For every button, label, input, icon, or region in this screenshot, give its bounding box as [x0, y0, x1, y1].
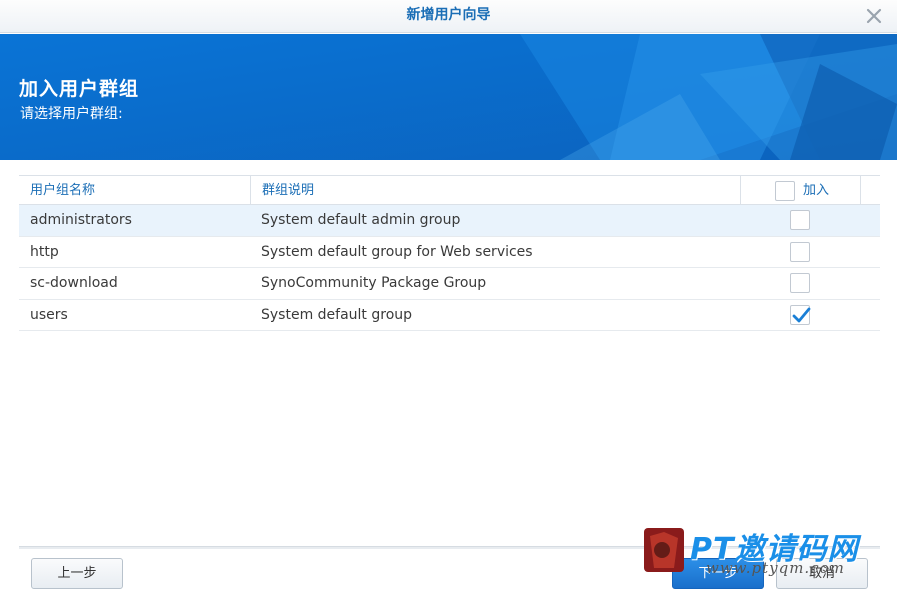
join-checkbox[interactable] — [790, 304, 811, 325]
column-header-name[interactable]: 用户组名称 — [19, 176, 250, 205]
grid-header: 用户组名称 群组说明 加入 — [19, 175, 880, 205]
cancel-button[interactable]: 取消 — [776, 558, 868, 589]
group-name: administrators — [30, 212, 132, 228]
group-description: System default group for Web services — [261, 243, 533, 260]
group-name: sc-download — [30, 275, 118, 291]
group-grid: 用户组名称 群组说明 加入 administrators System defa… — [19, 175, 880, 331]
join-checkbox[interactable] — [790, 273, 810, 293]
table-row[interactable]: administrators System default admin grou… — [19, 205, 880, 237]
close-icon — [866, 8, 882, 24]
join-checkbox[interactable] — [790, 241, 810, 262]
table-row[interactable]: http System default group for Web servic… — [19, 237, 880, 268]
wizard-banner: 加入用户群组 请选择用户群组: — [0, 34, 897, 160]
group-description: System default admin group — [261, 212, 461, 228]
group-description: SynoCommunity Package Group — [261, 275, 487, 291]
next-button[interactable]: 下一步 — [672, 558, 764, 589]
previous-button[interactable]: 上一步 — [31, 558, 123, 589]
table-row[interactable]: sc-download SynoCommunity Package Group — [19, 268, 880, 300]
banner-heading: 加入用户群组 — [19, 78, 140, 100]
group-description: System default group — [261, 306, 413, 323]
checkmark-icon — [792, 307, 811, 322]
close-button[interactable] — [863, 5, 885, 27]
group-name: users — [30, 306, 68, 323]
column-header-description[interactable]: 群组说明 — [250, 176, 740, 205]
window-titlebar: 新增用户向导 — [0, 0, 897, 33]
column-header-join: 加入 — [740, 176, 861, 205]
table-row[interactable]: users System default group — [19, 300, 880, 331]
footer-divider — [19, 546, 880, 549]
window-title: 新增用户向导 — [406, 7, 491, 23]
column-header-join-label: 加入 — [803, 183, 830, 198]
banner-subheading: 请选择用户群组: — [20, 106, 123, 122]
group-name: http — [30, 243, 59, 260]
join-checkbox[interactable] — [790, 210, 810, 230]
select-all-checkbox[interactable] — [775, 181, 795, 201]
